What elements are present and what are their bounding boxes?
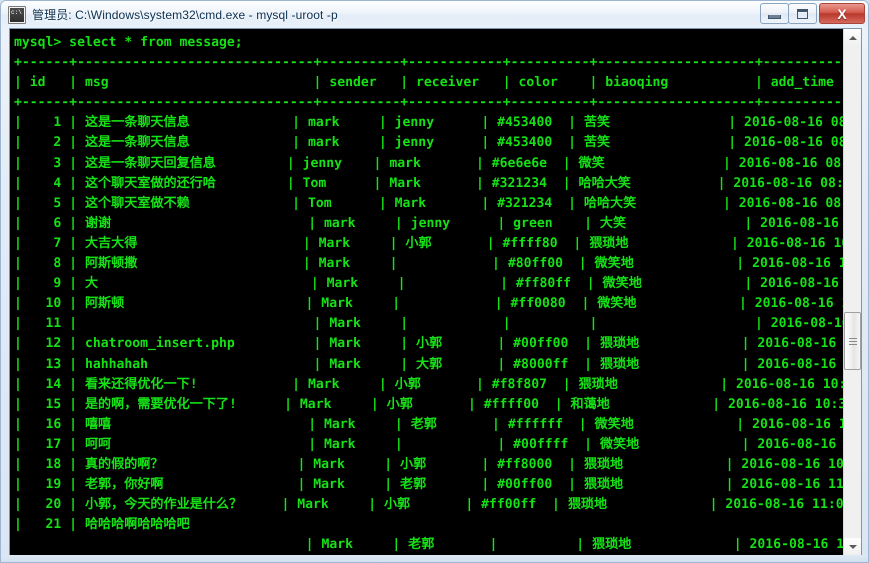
scroll-down-arrow[interactable] xyxy=(844,538,861,555)
title-bar[interactable]: 管理员: C:\Windows\system32\cmd.exe - mysql… xyxy=(1,1,868,28)
window-bottom-edge xyxy=(1,555,868,562)
window-buttons: X xyxy=(760,3,865,24)
close-button[interactable]: X xyxy=(819,3,865,24)
scroll-up-arrow[interactable] xyxy=(844,29,861,46)
minimize-icon xyxy=(768,14,781,19)
console-window: 管理员: C:\Windows\system32\cmd.exe - mysql… xyxy=(0,0,869,563)
console-client-area: mysql> select * from message; +------+--… xyxy=(9,28,862,556)
scroll-thumb[interactable] xyxy=(844,312,861,370)
grip-icon xyxy=(848,337,857,345)
vertical-scrollbar[interactable] xyxy=(843,29,861,555)
console-output-pane[interactable]: mysql> select * from message; +------+--… xyxy=(10,29,843,555)
cmd-console-icon xyxy=(8,5,26,24)
triangle-down-icon xyxy=(848,544,857,549)
minimize-button[interactable] xyxy=(760,3,789,24)
window-title: 管理员: C:\Windows\system32\cmd.exe - mysql… xyxy=(32,8,338,22)
maximize-button[interactable] xyxy=(788,3,817,24)
console-text: mysql> select * from message; +------+--… xyxy=(14,35,843,553)
close-icon: X xyxy=(837,5,847,22)
maximize-icon xyxy=(797,8,808,19)
triangle-up-icon xyxy=(848,35,857,40)
